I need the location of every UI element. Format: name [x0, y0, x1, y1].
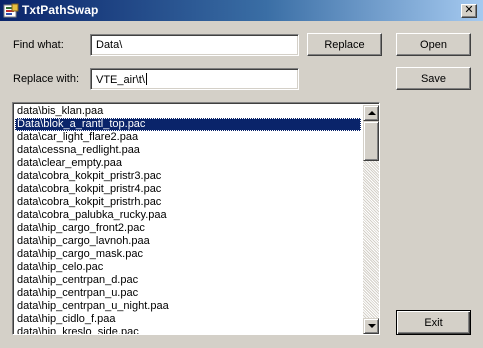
- list-item[interactable]: data\hip_cidlo_f.paa: [15, 313, 361, 326]
- list-item[interactable]: data\cessna_redlight.paa: [15, 144, 361, 157]
- list-item[interactable]: data\cobra_kokpit_pristrh.pac: [15, 196, 361, 209]
- find-what-input[interactable]: Data\: [90, 34, 299, 56]
- scroll-thumb[interactable]: [363, 121, 379, 161]
- app-icon: [3, 3, 19, 18]
- window-title: TxtPathSwap: [22, 3, 99, 17]
- close-button[interactable]: ✕: [461, 4, 477, 18]
- save-button[interactable]: Save: [396, 67, 471, 90]
- list-item[interactable]: data\hip_kreslo_side.pac: [15, 326, 361, 334]
- scroll-down-icon: [368, 324, 376, 328]
- vertical-scrollbar[interactable]: [363, 105, 379, 334]
- save-button-label: Save: [420, 73, 447, 85]
- open-button-label: Open: [420, 39, 447, 51]
- replace-with-label: Replace with:: [13, 73, 80, 85]
- title-bar[interactable]: TxtPathSwap ✕: [0, 0, 483, 21]
- list-item[interactable]: data\hip_centrpan_u_night.paa: [15, 300, 361, 313]
- find-what-value: Data\: [96, 39, 123, 51]
- list-item[interactable]: data\cobra_kokpit_pristr4.pac: [15, 183, 361, 196]
- app-window: TxtPathSwap ✕ Find what: Data\ Replace w…: [0, 0, 483, 348]
- replace-button[interactable]: Replace: [307, 33, 382, 56]
- list-item[interactable]: data\hip_cargo_mask.pac: [15, 248, 361, 261]
- scroll-up-icon: [368, 111, 376, 115]
- exit-button-label: Exit: [424, 317, 443, 329]
- replace-with-value: VTE_air\t\: [96, 74, 145, 86]
- replace-button-label: Replace: [324, 39, 365, 51]
- replace-with-input[interactable]: VTE_air\t\: [90, 68, 299, 90]
- list-item[interactable]: data\bis_klan.paa: [15, 105, 361, 118]
- scroll-up-button[interactable]: [363, 105, 379, 121]
- list-item[interactable]: data\car_light_flare2.paa: [15, 131, 361, 144]
- list-item-selected[interactable]: Data\blok_a_rantl_top.pac: [15, 118, 361, 131]
- file-path-list[interactable]: data\bis_klan.paa Data\blok_a_rantl_top.p…: [12, 102, 380, 335]
- find-what-label: Find what:: [13, 39, 64, 51]
- list-item[interactable]: data\cobra_palubka_rucky.paa: [15, 209, 361, 222]
- list-item[interactable]: data\cobra_kokpit_pristr3.pac: [15, 170, 361, 183]
- list-item[interactable]: data\hip_centrpan_d.pac: [15, 274, 361, 287]
- file-path-list-items: data\bis_klan.paa Data\blok_a_rantl_top.p…: [15, 105, 361, 334]
- list-item[interactable]: data\hip_cargo_lavnoh.paa: [15, 235, 361, 248]
- open-button[interactable]: Open: [396, 33, 471, 56]
- list-item[interactable]: data\hip_centrpan_u.pac: [15, 287, 361, 300]
- text-caret: [145, 73, 147, 85]
- scroll-down-button[interactable]: [363, 318, 379, 334]
- close-icon[interactable]: ✕: [464, 4, 473, 16]
- list-item[interactable]: data\hip_celo.pac: [15, 261, 361, 274]
- list-item[interactable]: data\hip_cargo_front2.pac: [15, 222, 361, 235]
- exit-button[interactable]: Exit: [396, 310, 471, 335]
- list-item[interactable]: data\clear_empty.paa: [15, 157, 361, 170]
